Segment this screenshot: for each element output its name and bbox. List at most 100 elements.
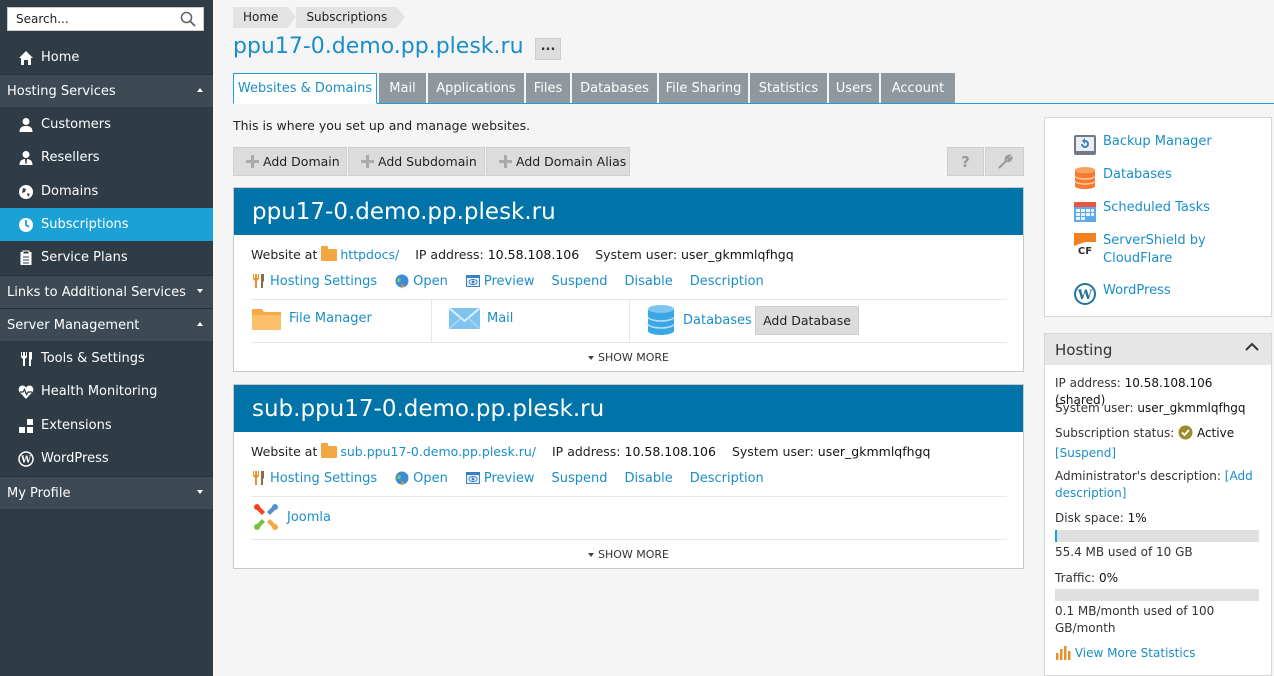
section-label: Hosting Services <box>7 83 116 99</box>
scheduled-tasks-link[interactable]: Scheduled Tasks <box>1073 199 1210 223</box>
disable-link[interactable]: Disable <box>625 471 673 486</box>
nav-service-plans[interactable]: Service Plans <box>0 241 213 274</box>
hosting-settings-link[interactable]: Hosting Settings <box>251 273 377 289</box>
nav-section-hosting-services[interactable]: Hosting Services <box>0 74 213 107</box>
label: Administrator's description: <box>1055 469 1221 483</box>
suspend-link[interactable]: Suspend <box>552 274 608 289</box>
nav-home[interactable]: Home <box>0 41 213 74</box>
tools-panel: Backup Manager Databases Scheduled Tasks… <box>1044 117 1272 317</box>
nav-wordpress-label: WordPress <box>41 451 109 466</box>
open-link[interactable]: Open <box>394 273 448 289</box>
hosting-user-row: System user: user_gkmmlqfhgq <box>1055 400 1265 417</box>
nav-domains[interactable]: Domains <box>0 175 213 208</box>
joomla-tool[interactable]: Joomla <box>251 502 331 532</box>
folder-icon <box>321 245 338 261</box>
nav-tools-settings[interactable]: Tools & Settings <box>0 342 213 375</box>
ip-value: 10.58.108.106 <box>624 444 716 459</box>
docroot-link[interactable]: sub.ppu17-0.demo.pp.plesk.ru/ <box>340 444 536 459</box>
value: 0% <box>1098 571 1118 585</box>
domain-name[interactable]: sub.ppu17-0.demo.pp.plesk.ru <box>234 385 1023 432</box>
preview-link[interactable]: Preview <box>465 273 535 289</box>
show-more-label: SHOW MORE <box>597 548 670 561</box>
tab-databases[interactable]: Databases <box>572 73 657 103</box>
add-description-line-1: [Add <box>1224 469 1253 483</box>
databases-link[interactable]: Databases <box>1073 166 1172 190</box>
more-button[interactable]: ... <box>535 38 561 60</box>
tab-mail[interactable]: Mail <box>379 73 426 103</box>
system-user-label: System user: <box>731 444 814 459</box>
label: Traffic: <box>1055 571 1096 585</box>
hosting-panel-header[interactable]: Hosting <box>1045 334 1271 365</box>
backup-manager-link[interactable]: Backup Manager <box>1073 133 1212 157</box>
globe-open-icon <box>394 470 410 486</box>
description-link[interactable]: Description <box>690 274 764 289</box>
domain-info-row: Website at sub.ppu17-0.demo.pp.plesk.ru/… <box>251 442 930 459</box>
wordpress-icon: W <box>17 450 35 468</box>
databases-label[interactable]: Databases <box>683 313 752 328</box>
nav-extensions[interactable]: Extensions <box>0 409 213 442</box>
disable-link[interactable]: Disable <box>625 274 673 289</box>
nav-customers[interactable]: Customers <box>0 108 213 141</box>
file-manager-label[interactable]: File Manager <box>289 311 372 326</box>
domain-info-row: Website at httpdocs/ IP address: 10.58.1… <box>251 245 794 262</box>
search-icon[interactable] <box>180 11 196 31</box>
add-domain-alias-button[interactable]: Add Domain Alias <box>486 147 630 176</box>
section-label: My Profile <box>7 485 71 501</box>
docroot-link[interactable]: httpdocs/ <box>340 247 399 262</box>
wrench-icon <box>997 153 1013 169</box>
search-box[interactable] <box>7 7 204 31</box>
nav-subscriptions[interactable]: Subscriptions <box>0 208 213 241</box>
suspend-link[interactable]: [Suspend] <box>1055 446 1116 460</box>
nav-section-server-management[interactable]: Server Management <box>0 308 213 341</box>
nav-health-label: Health Monitoring <box>41 384 158 399</box>
plus-icon <box>499 155 512 168</box>
search-input[interactable] <box>8 8 168 30</box>
breadcrumb-subscriptions[interactable]: Subscriptions <box>296 7 406 28</box>
wordpress-link[interactable]: W WordPress <box>1073 282 1171 306</box>
open-label: Open <box>413 273 448 289</box>
calendar-icon <box>1073 199 1097 223</box>
databases-tool[interactable]: Databases <box>647 304 752 336</box>
suspend-link[interactable]: Suspend <box>552 471 608 486</box>
nav-section-my-profile[interactable]: My Profile <box>0 476 213 509</box>
file-manager-tool[interactable]: File Manager <box>251 305 372 331</box>
tab-files[interactable]: Files <box>526 73 570 103</box>
show-more-toggle[interactable]: SHOW MORE <box>234 351 1023 364</box>
help-button[interactable]: ? <box>947 147 984 176</box>
nav-wordpress[interactable]: W WordPress <box>0 442 213 475</box>
nav-customers-label: Customers <box>41 117 111 132</box>
domain-name[interactable]: ppu17-0.demo.pp.plesk.ru <box>234 188 1023 235</box>
breadcrumb-home[interactable]: Home <box>233 7 297 28</box>
mail-label[interactable]: Mail <box>487 311 513 326</box>
divider <box>629 300 630 342</box>
database-icon <box>1073 166 1097 190</box>
show-more-toggle[interactable]: SHOW MORE <box>234 548 1023 561</box>
tab-file-sharing[interactable]: File Sharing <box>659 73 748 103</box>
add-domain-button[interactable]: Add Domain <box>233 147 347 176</box>
servershield-link[interactable]: CF ServerShield by CloudFlare <box>1073 232 1206 268</box>
hosting-admin-desc-row: Administrator's description: [Add descrip… <box>1055 468 1265 502</box>
hosting-settings-link[interactable]: Hosting Settings <box>251 470 377 486</box>
open-link[interactable]: Open <box>394 470 448 486</box>
chevron-down-icon <box>587 553 594 557</box>
view-more-statistics-link[interactable]: View More Statistics <box>1055 645 1265 665</box>
add-description-line-2: description] <box>1055 486 1127 500</box>
system-user-value: user_gkmmlqfhgq <box>681 247 794 262</box>
nav-health-monitoring[interactable]: Health Monitoring <box>0 375 213 408</box>
tab-websites-domains[interactable]: Websites & Domains <box>233 73 377 104</box>
description-link[interactable]: Description <box>690 471 764 486</box>
tab-users[interactable]: Users <box>829 73 879 103</box>
tab-statistics[interactable]: Statistics <box>750 73 827 103</box>
add-subdomain-button[interactable]: Add Subdomain <box>348 147 485 176</box>
tab-applications[interactable]: Applications <box>428 73 524 103</box>
add-database-button[interactable]: Add Database <box>755 306 859 335</box>
label: Disk space: <box>1055 511 1124 525</box>
nav-section-links-additional[interactable]: Links to Additional Services <box>0 275 213 308</box>
mail-tool[interactable]: Mail <box>448 305 513 331</box>
wrench-button[interactable] <box>985 147 1024 176</box>
nav-resellers[interactable]: Resellers <box>0 141 213 174</box>
chevron-up-icon[interactable] <box>1245 342 1259 352</box>
tab-account[interactable]: Account <box>881 73 955 103</box>
joomla-label[interactable]: Joomla <box>287 510 331 525</box>
preview-link[interactable]: Preview <box>465 470 535 486</box>
